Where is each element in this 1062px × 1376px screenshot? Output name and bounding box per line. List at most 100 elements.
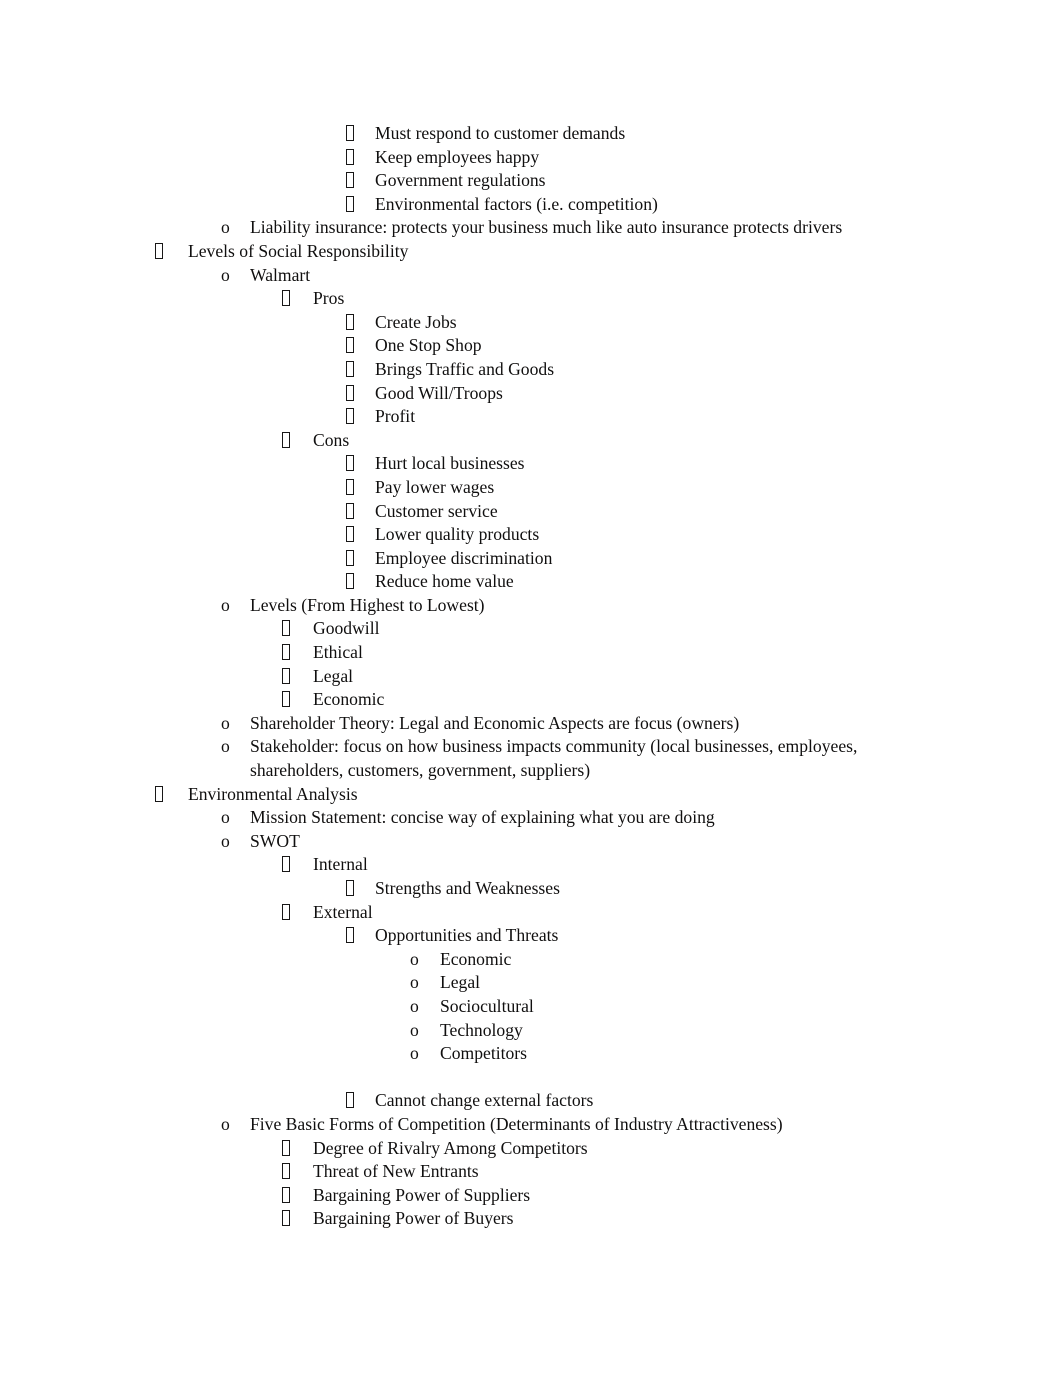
outline-item: Environmental factors (i.e. competition) bbox=[0, 193, 1062, 217]
outline-item: Ethical bbox=[0, 641, 1062, 665]
outline-item-text: Legal bbox=[440, 972, 481, 993]
bullet-o-icon: o bbox=[410, 972, 419, 993]
bullet-box-icon bbox=[346, 193, 354, 217]
outline-item-text: Environmental factors (i.e. competition) bbox=[375, 193, 658, 214]
outline-item: o Levels (From Highest to Lowest) bbox=[0, 594, 1062, 618]
bullet-o-icon: o bbox=[410, 948, 419, 969]
outline-item: o Sociocultural bbox=[0, 995, 1062, 1019]
outline-item-text: SWOT bbox=[250, 830, 300, 851]
bullet-box-icon bbox=[282, 1137, 290, 1161]
bullet-box-icon bbox=[282, 1160, 290, 1184]
outline-item: Economic bbox=[0, 688, 1062, 712]
outline-item-text: Internal bbox=[313, 854, 368, 875]
outline-item: o Liability insurance: protects your busi… bbox=[0, 216, 1062, 240]
bullet-o-icon: o bbox=[221, 1113, 230, 1134]
outline-item: Government regulations bbox=[0, 169, 1062, 193]
outline-item: Create Jobs bbox=[0, 311, 1062, 335]
outline-item-text: Levels of Social Responsibility bbox=[188, 240, 409, 261]
bullet-o-icon: o bbox=[221, 217, 230, 238]
outline-item-text: Hurt local businesses bbox=[375, 453, 525, 474]
outline-item-text: Employee discrimination bbox=[375, 547, 553, 568]
bullet-box-icon bbox=[346, 358, 354, 382]
outline-item-text: Opportunities and Threats bbox=[375, 925, 559, 946]
outline-item-text: Stakeholder: focus on how business impac… bbox=[250, 736, 858, 781]
bullet-o-icon: o bbox=[221, 594, 230, 615]
outline-item: o Walmart bbox=[0, 264, 1062, 288]
bullet-o-icon: o bbox=[221, 264, 230, 285]
outline-item-text: Legal bbox=[313, 665, 354, 686]
bullet-box-icon bbox=[346, 382, 354, 406]
bullet-box-icon bbox=[346, 476, 354, 500]
outline-item-text: Keep employees happy bbox=[375, 146, 540, 167]
bullet-o-icon: o bbox=[221, 830, 230, 851]
outline-item-text: Strengths and Weaknesses bbox=[375, 878, 560, 898]
outline-item: o Competitors bbox=[0, 1042, 1062, 1066]
outline-item: Legal bbox=[0, 665, 1062, 689]
bullet-box-icon bbox=[346, 877, 354, 901]
document-page: Must respond to customer demands Keep emp… bbox=[0, 0, 1062, 1376]
bullet-box-icon bbox=[346, 452, 354, 476]
bullet-box-icon bbox=[346, 1089, 354, 1113]
outline-item-text: Good Will/Troops bbox=[375, 382, 503, 403]
outline-item-text: Create Jobs bbox=[375, 311, 457, 332]
outline-item-text: Customer service bbox=[375, 500, 498, 521]
outline-item: External bbox=[0, 901, 1062, 925]
outline-item-text: Levels (From Highest to Lowest) bbox=[250, 594, 485, 615]
outline-item: o Stakeholder: focus on how business impa… bbox=[0, 735, 1062, 782]
outline-item: Pros bbox=[0, 287, 1062, 311]
outline-item: o Five Basic Forms of Competition (Determ… bbox=[0, 1113, 1062, 1137]
outline-item: Goodwill bbox=[0, 617, 1062, 641]
outline-item: Pay lower wages bbox=[0, 476, 1062, 500]
outline-item-text: Sociocultural bbox=[440, 995, 534, 1016]
outline-item: o Legal bbox=[0, 971, 1062, 995]
outline-item: Reduce home value bbox=[0, 570, 1062, 594]
outline-item-text: Government regulations bbox=[375, 170, 546, 191]
outline-item: Good Will/Troops bbox=[0, 382, 1062, 406]
outline-item: Cons bbox=[0, 429, 1062, 453]
outline-item: o Economic bbox=[0, 948, 1062, 972]
outline-item: Customer service bbox=[0, 500, 1062, 524]
outline-item: Opportunities and Threats bbox=[0, 924, 1062, 948]
bullet-box-icon bbox=[346, 122, 354, 146]
outline-item-text: Mission Statement: concise way of explai… bbox=[250, 807, 715, 828]
outline-item: Brings Traffic and Goods bbox=[0, 358, 1062, 382]
outline-list: Must respond to customer demands Keep emp… bbox=[0, 122, 1062, 1231]
outline-item-text: Reduce home value bbox=[375, 571, 514, 592]
outline-item: Cannot change external factors bbox=[0, 1089, 1062, 1113]
empty-paragraph bbox=[0, 1066, 1062, 1090]
outline-item: Hurt local businesses bbox=[0, 452, 1062, 476]
outline-item: Degree of Rivalry Among Competitors bbox=[0, 1137, 1062, 1161]
outline-item-text: Walmart bbox=[250, 264, 311, 285]
outline-item-text: Must respond to customer demands bbox=[375, 123, 626, 143]
outline-item-text: Threat of New Entrants bbox=[313, 1161, 479, 1182]
bullet-box-icon bbox=[346, 169, 354, 193]
outline-item-text: Environmental Analysis bbox=[188, 783, 358, 804]
outline-item-text: Shareholder Theory: Legal and Economic A… bbox=[250, 712, 740, 733]
bullet-box-icon bbox=[346, 523, 354, 547]
outline-item: Profit bbox=[0, 405, 1062, 429]
outline-item-text: Cannot change external factors bbox=[375, 1090, 594, 1111]
outline-item-text: Brings Traffic and Goods bbox=[375, 358, 555, 379]
bullet-box-icon bbox=[346, 311, 354, 335]
outline-item-text: Economic bbox=[313, 689, 385, 710]
bullet-box-icon bbox=[346, 570, 354, 594]
outline-item: o Mission Statement: concise way of expla… bbox=[0, 806, 1062, 830]
outline-item-text: Competitors bbox=[440, 1043, 527, 1064]
outline-item: Lower quality products bbox=[0, 523, 1062, 547]
outline-item-text: External bbox=[313, 901, 373, 922]
bullet-o-icon: o bbox=[410, 1043, 419, 1064]
outline-item: One Stop Shop bbox=[0, 334, 1062, 358]
outline-item-text: Pay lower wages bbox=[375, 476, 495, 497]
bullet-box-icon bbox=[346, 146, 354, 170]
outline-item: o Shareholder Theory: Legal and Economic … bbox=[0, 712, 1062, 736]
bullet-box-icon bbox=[282, 1184, 290, 1208]
outline-item-text: Goodwill bbox=[313, 618, 380, 639]
outline-item: Bargaining Power of Buyers bbox=[0, 1207, 1062, 1231]
bullet-box-icon bbox=[282, 287, 290, 311]
outline-item: Must respond to customer demands bbox=[0, 122, 1062, 146]
outline-item: Threat of New Entrants bbox=[0, 1160, 1062, 1184]
bullet-box-icon bbox=[155, 783, 163, 807]
bullet-box-icon bbox=[346, 334, 354, 358]
bullet-box-icon bbox=[282, 1207, 290, 1231]
outline-item-text: One Stop Shop bbox=[375, 335, 482, 356]
